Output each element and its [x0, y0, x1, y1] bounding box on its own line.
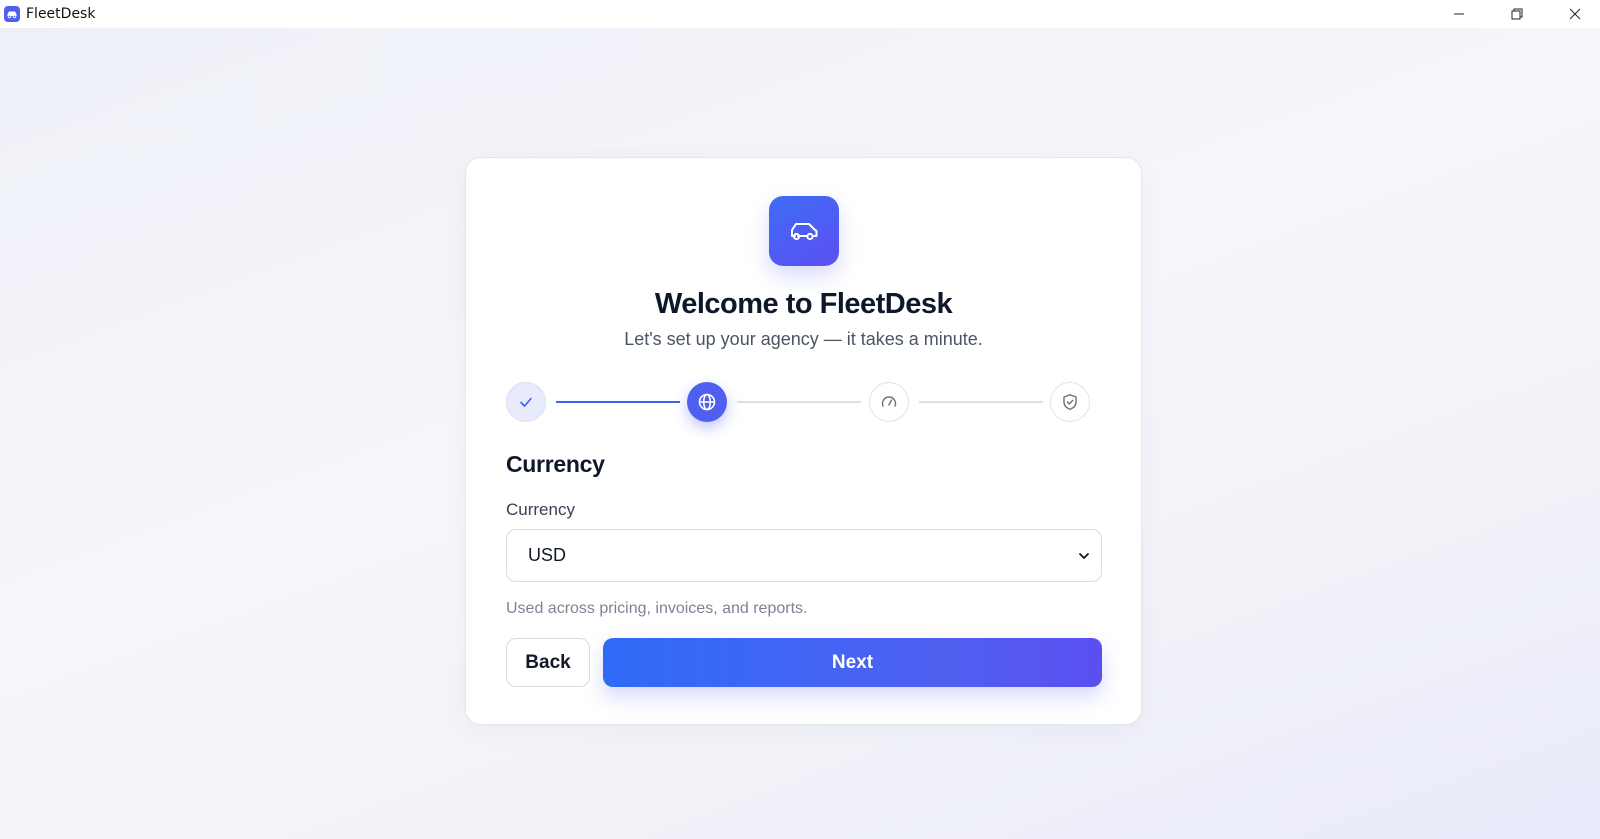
step-4-pending — [1050, 382, 1090, 422]
currency-label: Currency — [506, 500, 575, 519]
currency-helper-text: Used across pricing, invoices, and repor… — [506, 600, 808, 617]
title-bar: FleetDesk — [0, 0, 1600, 28]
step-connector-3 — [919, 401, 1043, 403]
chevron-down-icon — [1079, 553, 1089, 559]
step-2-current — [687, 382, 727, 422]
restore-button[interactable] — [1494, 0, 1540, 28]
currency-value: USD — [528, 545, 567, 565]
back-button[interactable]: Back — [506, 638, 590, 687]
minimize-icon — [1454, 13, 1464, 15]
shield-check-icon — [1063, 394, 1077, 410]
step-connector-1 — [556, 401, 680, 403]
car-icon — [4, 6, 20, 22]
step-connector-2 — [737, 401, 861, 403]
check-icon — [520, 397, 532, 407]
step-3-pending — [869, 382, 909, 422]
window-title: FleetDesk — [26, 6, 96, 22]
close-icon — [1569, 8, 1581, 20]
minimize-button[interactable] — [1436, 0, 1482, 28]
restore-icon — [1511, 8, 1523, 20]
car-icon — [791, 223, 818, 241]
close-button[interactable] — [1552, 0, 1598, 28]
gauge-icon — [881, 396, 897, 407]
globe-icon — [698, 393, 716, 411]
step-1-complete — [506, 382, 546, 422]
section-title: Currency — [506, 451, 605, 477]
logo-tile — [769, 196, 839, 266]
currency-select[interactable]: USD — [506, 529, 1102, 582]
onboarding-card: Welcome to FleetDesk Let's set up your a… — [465, 157, 1142, 725]
welcome-subheading: Let's set up your agency — it takes a mi… — [624, 329, 983, 349]
next-button[interactable]: Next — [603, 638, 1102, 687]
welcome-heading: Welcome to FleetDesk — [654, 288, 953, 320]
